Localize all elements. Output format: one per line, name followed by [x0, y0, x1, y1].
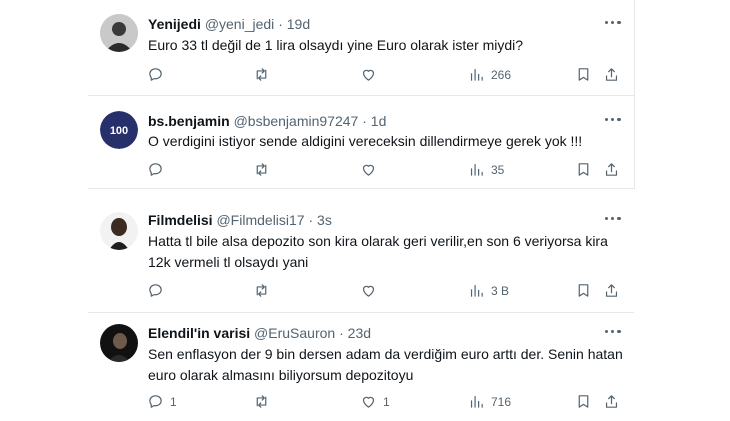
tweet-text: Sen enflasyon der 9 bin dersen adam da v…: [148, 346, 623, 383]
author-name[interactable]: bs.benjamin: [148, 113, 230, 129]
like-icon: [362, 285, 375, 297]
tweet-text: Euro 33 tl değil de 1 lira olsaydı yine …: [148, 37, 524, 53]
views-icon: [470, 163, 483, 176]
share-icon: [605, 284, 618, 297]
bookmark-button[interactable]: [575, 161, 592, 178]
reply-button[interactable]: [147, 66, 170, 83]
reply-icon: [149, 395, 162, 408]
retweet-button[interactable]: [253, 66, 270, 83]
share-button[interactable]: [603, 161, 620, 178]
bookmark-button[interactable]: [575, 393, 592, 410]
author-name[interactable]: Yenijedi: [148, 16, 201, 32]
retweet-button[interactable]: [253, 393, 270, 410]
reply-icon: [149, 284, 162, 297]
like-icon: [362, 69, 375, 81]
retweet-button[interactable]: [253, 282, 270, 299]
tweet-header: Elendil'in varisi @EruSauron · 23d: [148, 325, 372, 341]
views-icon: [470, 284, 483, 297]
share-icon: [605, 395, 618, 408]
timestamp[interactable]: 23d: [348, 325, 371, 341]
views-count: 716: [491, 394, 512, 409]
brand-logo-icon: 100: [100, 111, 138, 149]
retweet-icon: [256, 68, 267, 81]
avatar-photo-icon: [100, 212, 138, 250]
share-button[interactable]: [603, 282, 620, 299]
views-button[interactable]: 35: [468, 161, 504, 178]
bookmark-icon: [578, 284, 589, 297]
tweet-header: Yenijedi @yeni_jedi · 19d: [148, 16, 311, 32]
retweet-icon: [256, 284, 267, 297]
bookmark-icon: [578, 163, 589, 176]
tweet-text: Hatta tl bile alsa depozito son kira ola…: [148, 233, 608, 270]
reply-icon: [149, 163, 162, 176]
views-button[interactable]: 3 B: [468, 282, 509, 299]
timestamp[interactable]: 3s: [317, 212, 332, 228]
avatar[interactable]: [100, 14, 138, 52]
views-icon: [470, 395, 483, 408]
more-icon[interactable]: [605, 330, 625, 336]
timestamp[interactable]: 1d: [371, 113, 387, 129]
avatar-photo-icon: [100, 324, 138, 362]
more-icon[interactable]: [605, 21, 625, 27]
views-button[interactable]: 716: [468, 393, 511, 410]
author-name[interactable]: Filmdelisi: [148, 212, 213, 228]
reply-icon: [149, 68, 162, 81]
bookmark-button[interactable]: [575, 282, 592, 299]
reply-button[interactable]: 1: [147, 393, 177, 410]
like-icon: [362, 164, 375, 176]
like-count: 1: [383, 394, 390, 409]
author-handle[interactable]: @Filmdelisi17: [216, 212, 304, 228]
avatar[interactable]: [100, 212, 138, 250]
like-button[interactable]: 1: [360, 393, 390, 410]
views-count: 266: [491, 67, 512, 82]
retweet-button[interactable]: [253, 161, 270, 178]
reply-count: 1: [170, 394, 177, 409]
reply-button[interactable]: [147, 282, 170, 299]
avatar-text: 100: [110, 125, 128, 137]
bookmark-icon: [578, 68, 589, 81]
views-count: 3 B: [491, 283, 510, 298]
share-button[interactable]: [603, 393, 620, 410]
like-icon: [362, 396, 375, 408]
author-handle[interactable]: @bsbenjamin97247: [234, 113, 359, 129]
tweet-header: bs.benjamin @bsbenjamin97247 · 1d: [148, 113, 387, 129]
avatar[interactable]: [100, 324, 138, 362]
share-icon: [605, 163, 618, 176]
reply-button[interactable]: [147, 161, 170, 178]
more-icon[interactable]: [605, 118, 625, 124]
like-button[interactable]: [360, 161, 383, 178]
bookmark-button[interactable]: [575, 66, 592, 83]
views-button[interactable]: 266: [468, 66, 511, 83]
share-button[interactable]: [603, 66, 620, 83]
author-handle[interactable]: @yeni_jedi: [205, 16, 274, 32]
author-name[interactable]: Elendil'in varisi: [148, 325, 250, 341]
more-icon[interactable]: [605, 217, 625, 223]
author-handle[interactable]: @EruSauron: [254, 325, 335, 341]
avatar-photo-icon: [100, 14, 138, 52]
views-count: 35: [491, 162, 505, 177]
tweet-text: O verdigini istiyor sende aldigini verec…: [148, 133, 583, 149]
avatar[interactable]: 100: [100, 111, 138, 149]
tweet-header: Filmdelisi @Filmdelisi17 · 3s: [148, 212, 332, 228]
views-icon: [470, 68, 483, 81]
share-icon: [605, 68, 618, 81]
like-button[interactable]: [360, 282, 383, 299]
retweet-icon: [256, 163, 267, 176]
retweet-icon: [256, 395, 267, 408]
timestamp[interactable]: 19d: [287, 16, 310, 32]
like-button[interactable]: [360, 66, 383, 83]
bookmark-icon: [578, 395, 589, 408]
